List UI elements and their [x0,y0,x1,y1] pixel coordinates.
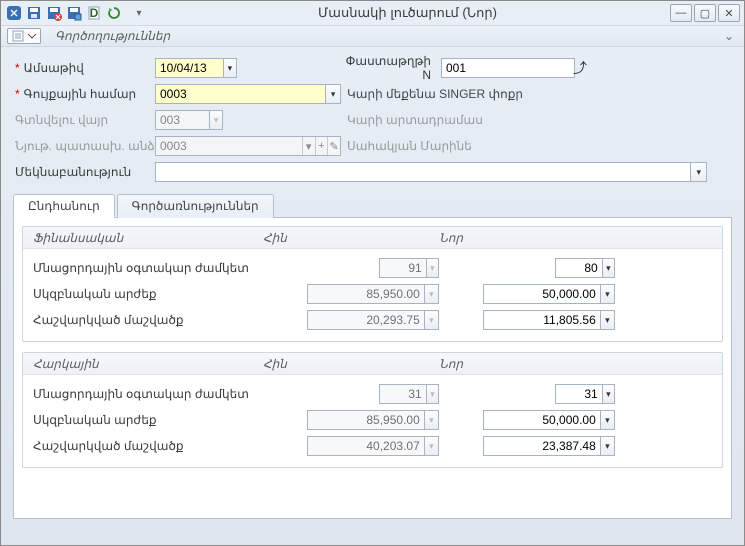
fin-accdepr-old: ▾ [307,310,439,330]
tab-general-page: Ֆինանսական Հին Նոր Մնացորդային օգտակար ժ… [13,217,732,519]
view-mode-button[interactable] [7,28,41,44]
date-dropdown-icon[interactable]: ▾ [223,59,236,77]
tax-initval-label: Սկզբնական արժեք [33,413,263,427]
comment-label: Մեկնաբանություն [15,165,131,179]
chevron-down-icon[interactable]: ▾ [600,411,614,429]
svg-text:D: D [90,6,99,20]
chevron-down-icon[interactable]: ▾ [600,311,614,329]
chevron-down-icon: ▾ [424,285,438,303]
group-financial-title: Ֆինանսական [33,231,263,245]
maximize-button[interactable]: ▢ [694,4,716,22]
asset-description: Կարի մեքենա SINGER փոքր [347,87,523,101]
date-field[interactable]: ▾ [155,58,237,78]
tabs-container: Ընդհանուր Գործառնություններ Ֆինանսական Հ… [1,191,744,545]
responsible-input [156,137,302,155]
group-financial-old-header: Հին [263,231,439,245]
fin-initval-label: Սկզբնական արժեք [33,287,263,301]
fin-initval-old: ▾ [307,284,439,304]
group-financial: Ֆինանսական Հին Նոր Մնացորդային օգտակար ժ… [22,226,723,342]
asset-dropdown-icon[interactable]: ▾ [325,85,340,103]
fin-initval-new[interactable]: ▾ [483,284,615,304]
chevron-down-icon: ▾ [426,385,438,403]
tax-accdepr-label: Հաշվարկված մաշվածք [33,439,263,453]
group-tax-title: Հարկային [33,357,263,371]
group-tax-old-header: Հին [263,357,439,371]
chevron-down-icon: ▾ [424,311,438,329]
window-controls: — ▢ ✕ [670,4,740,22]
asset-label: Գույքային համար [24,87,136,101]
comment-input[interactable] [156,163,690,181]
tab-general[interactable]: Ընդհանուր [13,194,115,218]
responsible-dropdown-icon: ▾ [302,137,315,155]
doc-d-icon[interactable]: D [85,4,103,22]
fin-accdepr-new[interactable]: ▾ [483,310,615,330]
ribbon-collapse-icon[interactable]: ⌄ [720,29,738,43]
tax-accdepr-new[interactable]: ▾ [483,436,615,456]
tabstrip: Ընդհանուր Գործառնություններ [13,194,732,218]
group-tax: Հարկային Հին Նոր Մնացորդային օգտակար ժամ… [22,352,723,468]
save-icon[interactable] [25,4,43,22]
group-financial-new-header: Նոր [439,231,463,245]
refresh-icon[interactable] [105,4,123,22]
location-label: Գտնվելու վայր [15,113,108,127]
date-label: Ամսաթիվ [24,61,84,75]
docnum-lookup-icon[interactable]: ⤴ [565,58,593,78]
ribbon-bar: Գործողություններ ⌄ [1,25,744,47]
fin-remlife-new[interactable]: ▾ [555,258,615,278]
quick-access-toolbar: D ▾ [5,4,145,22]
app-icon [5,4,23,22]
location-field: ▾ [155,110,223,130]
responsible-add-icon: + [315,137,328,155]
qat-dropdown-icon[interactable]: ▾ [133,4,145,22]
asset-field[interactable]: ▾ [155,84,341,104]
chevron-down-icon: ▾ [424,437,438,455]
docnum-label: Փաստաթղթի N [341,54,441,82]
header-form: *Ամսաթիվ ▾ Փաստաթղթի N ⤴ *Գույքային համա… [1,47,744,191]
fin-remlife-old: ▾ [379,258,439,278]
responsible-description: Սահակյան Մարինե [347,139,472,153]
date-input[interactable] [156,59,223,77]
location-dropdown-icon: ▾ [209,111,222,129]
docnum-input[interactable] [442,59,574,77]
fin-accdepr-label: Հաշվարկված մաշվածք [33,313,263,327]
save-close-icon[interactable] [45,4,63,22]
comment-dropdown-icon[interactable]: ▾ [690,163,706,181]
close-button[interactable]: ✕ [718,4,740,22]
tax-initval-old: ▾ [307,410,439,430]
tab-operations[interactable]: Գործառնություններ [117,194,274,218]
tax-initval-new[interactable]: ▾ [483,410,615,430]
window-title: Մասնակի լուծարում (Նոր) [145,5,670,21]
tax-remlife-label: Մնացորդային օգտակար ժամկետ [33,387,263,401]
chevron-down-icon[interactable]: ▾ [602,385,614,403]
tax-remlife-old: ▾ [379,384,439,404]
tax-accdepr-old: ▾ [307,436,439,456]
location-input [156,111,209,129]
responsible-edit-icon: ✎ [327,137,340,155]
chevron-down-icon: ▾ [426,259,438,277]
titlebar: D ▾ Մասնակի լուծարում (Նոր) — ▢ ✕ [1,1,744,25]
responsible-field: ▾ + ✎ [155,136,341,156]
asset-input[interactable] [156,85,325,103]
fin-remlife-label: Մնացորդային օգտակար ժամկետ [33,261,263,275]
app-window: D ▾ Մասնակի լուծարում (Նոր) — ▢ ✕ Գործող… [0,0,745,546]
tax-remlife-new[interactable]: ▾ [555,384,615,404]
location-description: Կարի արտադրամաս [347,113,483,127]
comment-field[interactable]: ▾ [155,162,707,182]
responsible-label: Նյութ. պատասխ. անձ [15,139,155,153]
minimize-button[interactable]: — [670,4,692,22]
save-new-icon[interactable] [65,4,83,22]
chevron-down-icon: ▾ [424,411,438,429]
group-tax-new-header: Նոր [439,357,463,371]
chevron-down-icon[interactable]: ▾ [602,259,614,277]
chevron-down-icon[interactable]: ▾ [600,437,614,455]
ribbon-label: Գործողություններ [55,29,170,43]
chevron-down-icon[interactable]: ▾ [600,285,614,303]
docnum-field[interactable] [441,58,575,78]
